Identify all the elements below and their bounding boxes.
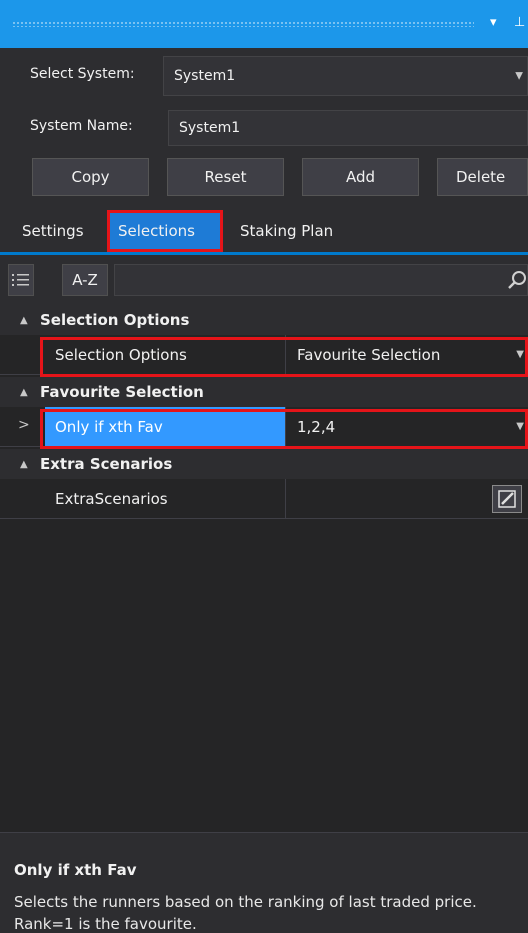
tab-settings-label: Settings: [22, 222, 84, 240]
collapse-triangle-icon: ▲: [20, 458, 28, 470]
property-search-input[interactable]: [114, 264, 528, 296]
delete-button[interactable]: Delete: [437, 158, 528, 196]
system-name-label: System Name:: [30, 118, 133, 134]
search-icon: [508, 271, 526, 289]
chevron-down-icon: ▼: [516, 421, 524, 432]
description-panel: Only if xth Fav Selects the runners base…: [0, 832, 528, 933]
property-name: Selection Options: [45, 335, 286, 375]
window-menu-button[interactable]: ▾: [490, 14, 497, 32]
collapse-triangle-icon: ▲: [20, 314, 28, 326]
tab-settings[interactable]: Settings: [14, 210, 92, 252]
add-button[interactable]: Add: [302, 158, 419, 196]
description-text: Selects the runners based on the ranking…: [14, 893, 477, 933]
property-grid: ▲ Selection Options Selection Options Fa…: [0, 305, 528, 832]
tab-selections-label: Selections: [118, 222, 195, 240]
pin-button[interactable]: ⊥: [514, 14, 525, 32]
property-row-selection-options[interactable]: Selection Options Favourite Selection ▼: [0, 335, 528, 375]
property-value: Favourite Selection: [297, 346, 441, 364]
alphabetical-view-button[interactable]: A-Z: [62, 264, 108, 296]
edit-button[interactable]: [492, 485, 522, 513]
copy-button[interactable]: Copy: [32, 158, 149, 196]
property-value-combo[interactable]: Favourite Selection ▼: [287, 335, 528, 375]
select-system-label: Select System:: [30, 66, 135, 82]
select-system-combo[interactable]: System1 ▼: [163, 56, 528, 96]
title-bar[interactable]: ▾ ⊥: [0, 0, 528, 48]
system-name-field[interactable]: System1: [168, 110, 528, 146]
category-selection-options[interactable]: ▲ Selection Options: [0, 305, 528, 335]
property-name: ExtraScenarios: [45, 479, 286, 519]
drag-grip[interactable]: [12, 21, 474, 27]
property-value-field[interactable]: 1,2,4 ▼: [287, 407, 528, 447]
system-name-value: System1: [179, 120, 241, 136]
select-system-value: System1: [174, 68, 236, 84]
category-label: Extra Scenarios: [40, 455, 173, 473]
description-title: Only if xth Fav: [14, 861, 137, 879]
property-row-only-if-xth-fav[interactable]: > Only if xth Fav 1,2,4 ▼: [0, 407, 528, 447]
category-label: Favourite Selection: [40, 383, 204, 401]
tab-selections[interactable]: Selections: [107, 210, 223, 252]
property-value: 1,2,4: [297, 418, 336, 436]
categorized-view-button[interactable]: [8, 264, 34, 296]
category-extra-scenarios[interactable]: ▲ Extra Scenarios: [0, 449, 528, 479]
tab-staking-plan-label: Staking Plan: [240, 222, 334, 240]
property-row-extra-scenarios[interactable]: ExtraScenarios: [0, 479, 528, 519]
reset-button[interactable]: Reset: [167, 158, 284, 196]
categorized-list-icon: [12, 274, 29, 286]
chevron-down-icon: ▼: [515, 70, 523, 82]
tab-staking-plan[interactable]: Staking Plan: [232, 210, 341, 252]
property-name: Only if xth Fav: [45, 407, 286, 447]
expand-chevron-icon[interactable]: >: [18, 417, 30, 433]
property-toolbar: A-Z: [0, 258, 528, 302]
pencil-icon: [498, 490, 516, 508]
tab-underline: [0, 252, 528, 255]
category-favourite-selection[interactable]: ▲ Favourite Selection: [0, 377, 528, 407]
category-label: Selection Options: [40, 311, 190, 329]
collapse-triangle-icon: ▲: [20, 386, 28, 398]
chevron-down-icon: ▼: [516, 349, 524, 360]
